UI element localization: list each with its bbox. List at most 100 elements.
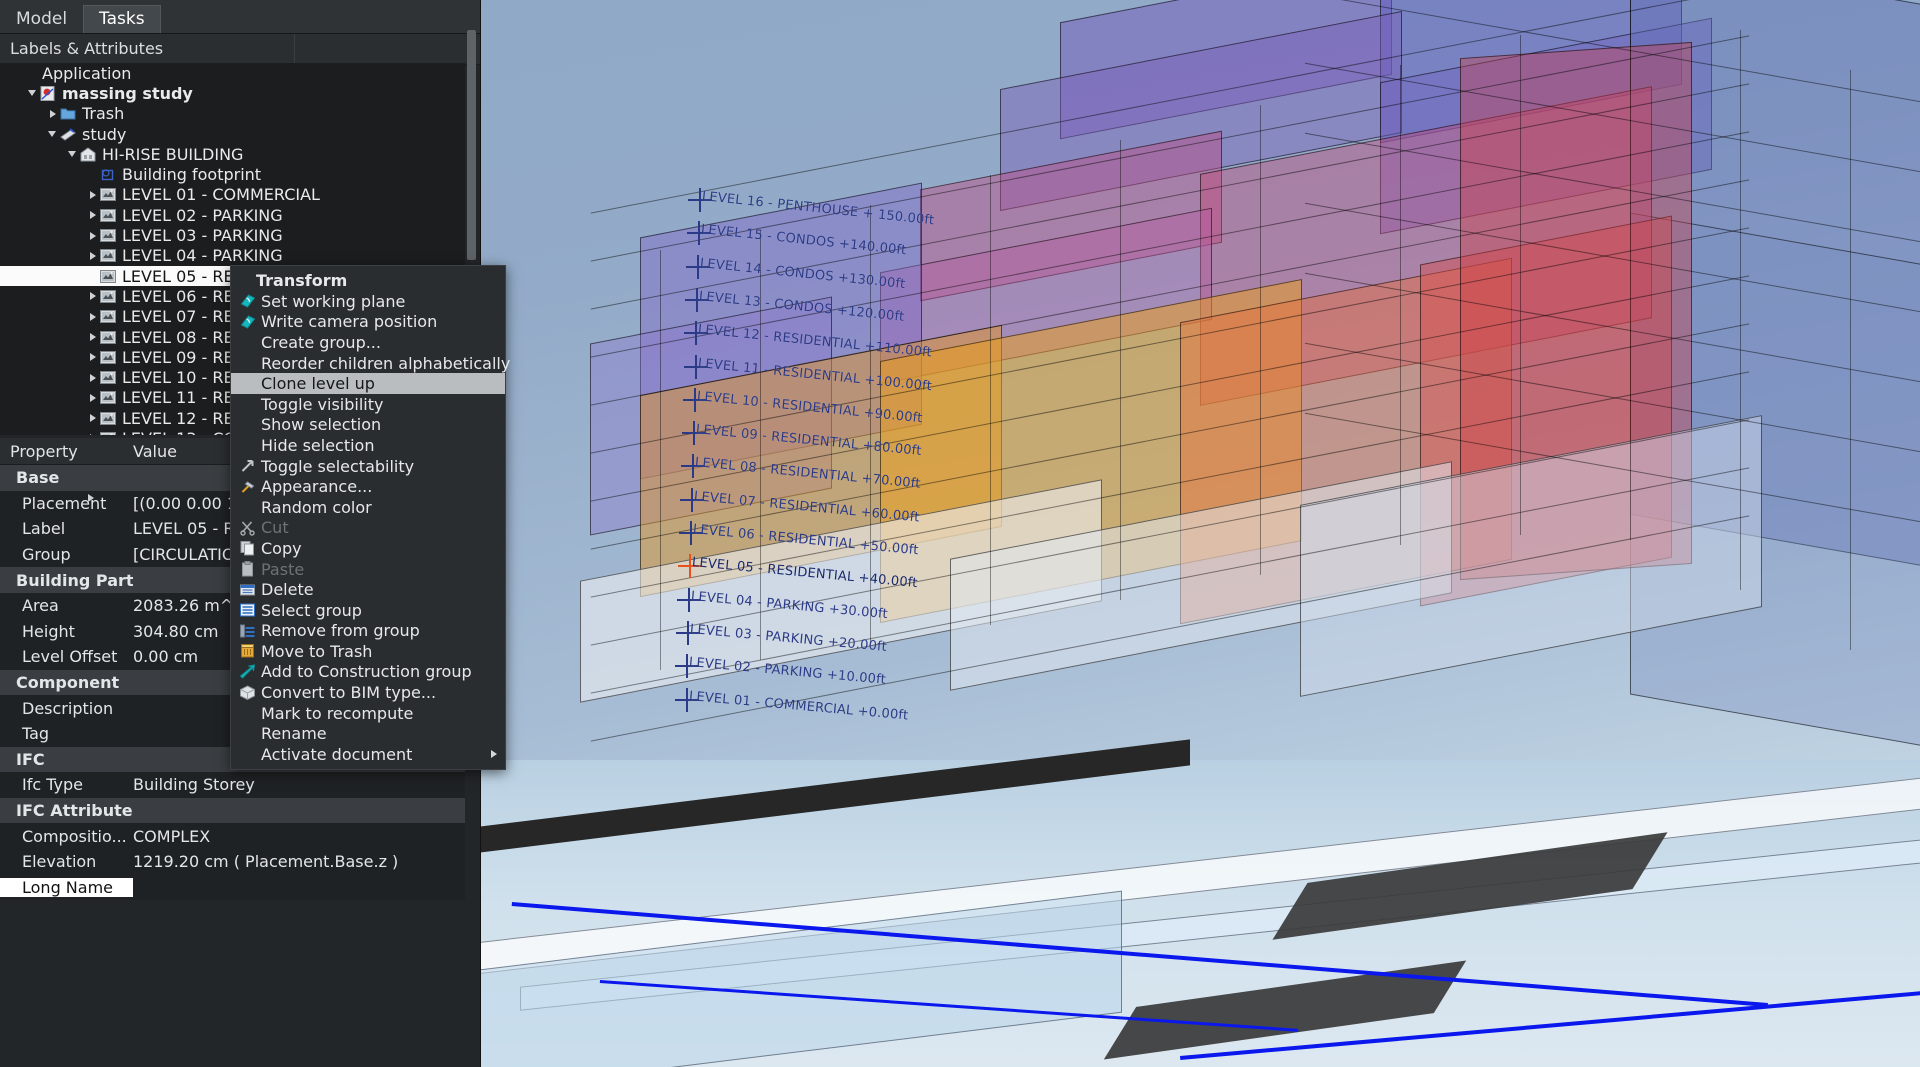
menu-item-label: Random color [261, 497, 372, 517]
tree-header-spacer [295, 34, 480, 64]
tree-row[interactable]: LEVEL 03 - PARKING [0, 225, 465, 245]
expander-open-icon[interactable] [46, 127, 60, 141]
expander-closed-icon[interactable] [86, 229, 100, 243]
expander-closed-icon[interactable] [86, 391, 100, 405]
menu-item-hide-selection[interactable]: Hide selection [231, 435, 505, 456]
menu-item-label: Select group [261, 600, 362, 620]
level-icon [100, 208, 116, 223]
tab-tasks[interactable]: Tasks [83, 5, 161, 33]
sketch-icon [100, 167, 116, 182]
property-key: Compositio... [22, 826, 127, 846]
menu-item-convert-to-bim-type[interactable]: Convert to BIM type... [231, 682, 505, 703]
tree-scrollbar-thumb[interactable] [467, 30, 476, 260]
menu-item-copy[interactable]: Copy [231, 538, 505, 559]
expander-closed-icon[interactable] [86, 249, 100, 263]
menu-item-select-group[interactable]: Select group [231, 600, 505, 621]
select-group-icon [239, 602, 256, 618]
tree-row[interactable]: LEVEL 02 - PARKING [0, 205, 465, 225]
spacer-icon [20, 66, 36, 81]
property-group-row[interactable]: IFC Attributes [0, 797, 465, 824]
tree-context-menu[interactable]: Transform Set working plane Write camera p… [230, 265, 510, 770]
menu-item-label: Toggle visibility [261, 394, 384, 414]
tree-row[interactable]: LEVEL 04 - PARKING [0, 246, 465, 266]
tree-header: Labels & Attributes [0, 34, 480, 65]
menu-item-rename[interactable]: Rename [231, 723, 505, 744]
property-value[interactable]: Building Storey [133, 775, 465, 794]
tree-row[interactable]: Application [0, 63, 465, 83]
menu-item-create-group[interactable]: Create group... [231, 332, 505, 353]
menu-item-cut: Cut [231, 518, 505, 539]
expander-closed-icon[interactable] [86, 371, 100, 385]
property-key: Level Offset [22, 647, 118, 667]
working-plane-icon [239, 293, 256, 309]
massing-model[interactable] [580, 0, 1920, 870]
expander-closed-icon[interactable] [86, 330, 100, 344]
level-icon [100, 330, 116, 345]
expander-closed-icon[interactable] [88, 493, 95, 502]
menu-item-write-camera-position[interactable]: Write camera position [231, 312, 505, 333]
expander-closed-icon[interactable] [86, 431, 100, 435]
expander-closed-icon[interactable] [86, 208, 100, 222]
menu-item-label: Reorder children alphabetically [261, 353, 511, 373]
folder-icon [60, 106, 76, 121]
menu-item-set-working-plane[interactable]: Set working plane [231, 291, 505, 312]
level-icon [100, 411, 116, 426]
menu-item-label: Convert to BIM type... [261, 683, 437, 703]
tree-row-label: LEVEL 03 - PARKING [122, 226, 283, 246]
menu-item-label: Clone level up [261, 374, 375, 394]
expander-closed-icon[interactable] [86, 289, 100, 303]
property-row[interactable]: Compositio... COMPLEX [0, 823, 465, 849]
tree-row[interactable]: Building footprint [0, 164, 465, 184]
tree-row[interactable]: study [0, 124, 465, 144]
tree-row[interactable]: massing study [0, 83, 465, 103]
menu-item-label: Paste [261, 559, 305, 579]
property-key: Tag [22, 724, 50, 744]
menu-item-reorder-children-alphabetically[interactable]: Reorder children alphabetically [231, 353, 510, 374]
property-value[interactable]: 1219.20 cm ( Placement.Base.z ) [133, 852, 465, 871]
menu-item-label: Write camera position [261, 312, 438, 332]
property-header-key: Property [10, 441, 78, 461]
menu-item-label: Activate document [261, 744, 413, 764]
menu-item-mark-to-recompute[interactable]: Mark to recompute [231, 703, 505, 724]
expander-closed-icon[interactable] [46, 107, 60, 121]
scissors-icon [239, 520, 256, 536]
menu-item-appearance[interactable]: Appearance... [231, 476, 505, 497]
property-key: Base [16, 468, 60, 488]
expander-open-icon[interactable] [66, 147, 80, 161]
menu-item-remove-from-group[interactable]: Remove from group [231, 621, 505, 642]
clipboard-icon [239, 561, 256, 577]
menu-item-activate-document[interactable]: Activate document [231, 744, 505, 765]
expander-closed-icon[interactable] [86, 188, 100, 202]
menu-item-add-to-construction-group[interactable]: Add to Construction group [231, 662, 505, 683]
expander-closed-icon[interactable] [86, 411, 100, 425]
menu-item-label: Create group... [261, 332, 381, 352]
property-value[interactable]: COMPLEX [133, 827, 465, 846]
menu-item-toggle-selectability[interactable]: Toggle selectability [231, 456, 505, 477]
menu-item-move-to-trash[interactable]: Move to Trash [231, 641, 505, 662]
menu-item-label: Appearance... [261, 477, 373, 497]
menu-item-show-selection[interactable]: Show selection [231, 415, 505, 436]
property-key: Label [22, 519, 66, 539]
property-key: IFC [16, 749, 45, 769]
expander-closed-icon[interactable] [86, 350, 100, 364]
expander-closed-icon[interactable] [86, 310, 100, 324]
copy-icon [239, 540, 256, 556]
arrow-cursor-icon [239, 458, 256, 474]
property-row[interactable]: Ifc Type Building Storey [0, 772, 465, 798]
property-row[interactable]: Long Name [0, 874, 465, 901]
menu-item-random-color[interactable]: Random color [231, 497, 505, 518]
property-row[interactable]: Elevation 1219.20 cm ( Placement.Base.z ) [0, 848, 465, 875]
menu-item-label: Copy [261, 538, 302, 558]
expander-open-icon[interactable] [26, 86, 40, 100]
tree-row[interactable]: HI-RISE BUILDING [0, 144, 465, 164]
menu-item-delete[interactable]: Delete [231, 579, 505, 600]
column-edge [1850, 70, 1851, 650]
menu-item-toggle-visibility[interactable]: Toggle visibility [231, 394, 505, 415]
tree-row[interactable]: Trash [0, 104, 465, 124]
tab-model[interactable]: Model [0, 5, 84, 33]
tree-header-labels: Labels & Attributes [0, 34, 295, 64]
menu-item-clone-level-up[interactable]: Clone level up [231, 373, 505, 394]
remove-group-icon [239, 623, 256, 639]
tree-row[interactable]: LEVEL 01 - COMMERCIAL [0, 185, 465, 205]
